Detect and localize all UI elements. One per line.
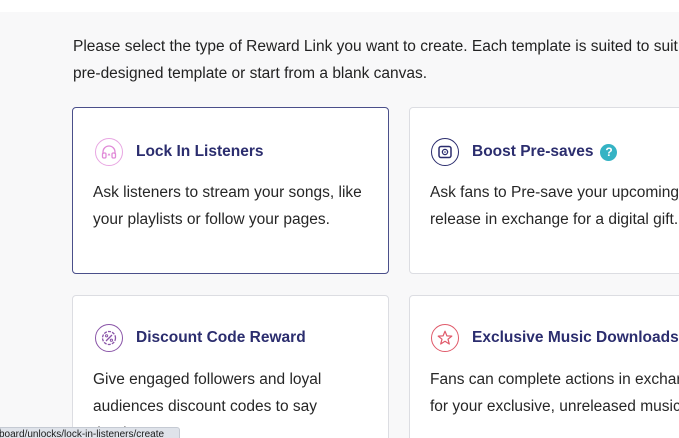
card-header: Boost Pre-saves ?	[431, 138, 618, 166]
status-url-text: board/unlocks/lock-in-listeners/create	[0, 429, 165, 438]
intro-text: Please select the type of Reward Link yo…	[73, 33, 679, 87]
card-header: Lock In Listeners	[95, 138, 263, 166]
template-card-discount-code-reward[interactable]: Discount Code Reward Give engaged follow…	[72, 295, 389, 438]
desc-line: Ask fans to Pre-save your upcoming	[430, 184, 679, 201]
intro-line-1: Please select the type of Reward Link yo…	[73, 38, 678, 55]
top-strip	[0, 0, 679, 12]
star-icon	[431, 324, 459, 352]
template-card-lock-in-listeners[interactable]: Lock In Listeners Ask listeners to strea…	[72, 107, 389, 274]
headphones-icon	[95, 138, 123, 166]
card-title: Lock In Listeners	[136, 143, 264, 160]
card-header: Exclusive Music Downloads	[431, 324, 679, 352]
desc-line: Fans can complete actions in exchar	[430, 371, 679, 388]
desc-line: audiences discount codes to say	[93, 398, 318, 415]
card-title: Discount Code Reward	[136, 329, 306, 346]
intro-line-2: pre-designed template or start from a bl…	[73, 65, 428, 82]
reward-link-template-page: Please select the type of Reward Link yo…	[0, 0, 679, 438]
percent-badge-icon	[95, 324, 123, 352]
status-bar-url: board/unlocks/lock-in-listeners/create	[0, 427, 181, 438]
card-description: Fans can complete actions in exchar for y…	[430, 366, 679, 420]
card-description: Ask fans to Pre-save your upcoming releas…	[430, 179, 679, 233]
desc-line: Ask listeners to stream your songs, like	[93, 184, 362, 201]
card-title: Exclusive Music Downloads	[472, 329, 679, 346]
desc-line: Give engaged followers and loyal	[93, 371, 322, 388]
music-disc-icon	[431, 138, 459, 166]
template-card-exclusive-music-downloads[interactable]: Exclusive Music Downloads Fans can compl…	[409, 295, 679, 438]
card-description: Ask listeners to stream your songs, like…	[93, 179, 383, 233]
desc-line: release in exchange for a digital gift.	[430, 211, 679, 228]
desc-line: for your exclusive, unreleased music	[430, 398, 679, 415]
card-title: Boost Pre-saves	[472, 143, 594, 160]
desc-line: your playlists or follow your pages.	[93, 211, 330, 228]
help-icon[interactable]: ?	[600, 143, 618, 161]
card-header: Discount Code Reward	[95, 324, 306, 352]
template-card-boost-pre-saves[interactable]: Boost Pre-saves ? Ask fans to Pre-save y…	[409, 107, 679, 274]
